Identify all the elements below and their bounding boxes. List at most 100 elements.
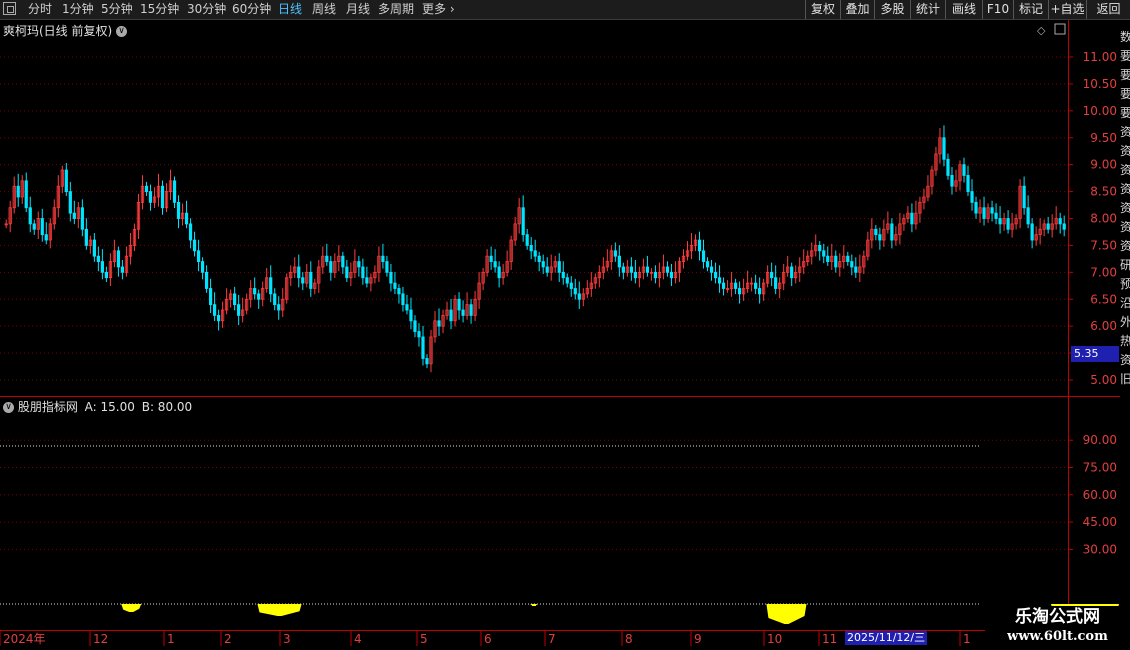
toolbar-button-3[interactable]: 统计 — [910, 0, 945, 19]
candle-body — [850, 261, 854, 268]
toolbar-button-6[interactable]: 标记 — [1013, 0, 1048, 19]
candle-body — [890, 223, 894, 241]
candle-body — [184, 212, 189, 225]
right-strip-char: 预 — [1120, 277, 1130, 291]
candle-body — [233, 293, 237, 306]
candle-body — [301, 277, 305, 284]
indicator-axis-label: 30.00 — [1083, 542, 1117, 556]
stock-name-label: 爽柯玛(日线 前复权) — [3, 24, 113, 38]
indicator-axis-label: 90.00 — [1083, 433, 1117, 447]
period-tab-6[interactable]: 日线 — [278, 0, 302, 19]
time-axis-label: 6 — [484, 632, 492, 646]
price-axis-label: 7.00 — [1090, 265, 1117, 279]
period-tab-7[interactable]: 周线 — [312, 0, 336, 19]
candle-body — [790, 266, 794, 279]
right-info-strip: 数要要要要资资资资资资资研预沿外热资旧 — [1120, 20, 1130, 630]
indicator-axis-label: 75.00 — [1083, 461, 1117, 475]
indicator-name[interactable]: 股朋指标网 — [18, 400, 78, 414]
candle-body — [44, 234, 48, 241]
candle-body — [120, 266, 125, 273]
candle-body — [533, 250, 537, 257]
candle-body — [994, 212, 998, 219]
menu-icon[interactable] — [3, 2, 16, 15]
toolbar-button-0[interactable]: 复权 — [805, 0, 840, 19]
time-axis-label: 9 — [694, 632, 702, 646]
candle-body — [208, 288, 213, 306]
candle-body — [557, 261, 561, 273]
candle-body — [733, 282, 738, 289]
indicator-param-a: A: 15.00 — [84, 400, 135, 414]
toolbar-button-7[interactable]: +自选 — [1048, 0, 1086, 19]
candle-body — [537, 255, 541, 262]
period-tab-8[interactable]: 月线 — [346, 0, 370, 19]
toolbar-button-8[interactable]: 返回 — [1086, 0, 1130, 19]
candle-body — [525, 234, 529, 246]
candle-body — [758, 288, 762, 295]
candle-body — [273, 293, 277, 306]
candle-body — [834, 255, 838, 268]
candle-body — [204, 271, 209, 289]
period-tab-3[interactable]: 15分钟 — [140, 0, 179, 19]
candle-body — [737, 288, 742, 295]
candle-body — [437, 320, 441, 327]
right-strip-char: 要 — [1120, 106, 1130, 120]
time-axis-label: 12 — [93, 632, 108, 646]
period-tab-1[interactable]: 1分钟 — [62, 0, 94, 19]
candle-body — [629, 266, 633, 273]
selected-date-tag: 2025/11/12/三 — [845, 631, 928, 645]
candle-body — [697, 239, 702, 252]
chart-area[interactable]: 11.00 10.50 10.00 9.50 9.00 8.50 8.00 7.50 7.00 6… — [0, 20, 1130, 650]
candle-body — [1026, 207, 1030, 225]
toolbar-button-2[interactable]: 多股 — [874, 0, 910, 19]
candle-body — [541, 261, 545, 268]
toolbar-button-1[interactable]: 叠加 — [840, 0, 874, 19]
signal-block — [257, 604, 302, 616]
candle-body — [653, 271, 658, 279]
candle-body — [148, 191, 153, 203]
candle-body — [385, 261, 389, 273]
signal-block — [766, 604, 807, 624]
period-tab-10[interactable]: 更多 › — [422, 0, 455, 19]
period-tab-2[interactable]: 5分钟 — [101, 0, 133, 19]
price-axis-label: 8.00 — [1090, 212, 1117, 226]
candle-body — [160, 185, 165, 209]
candle-body — [397, 288, 401, 295]
chevron-down-icon[interactable]: ∨ — [3, 402, 14, 413]
candle-body — [421, 336, 425, 359]
candle-body — [709, 266, 714, 273]
toolbar: 分时 1分钟 5分钟 15分钟 30分钟 60分钟 日线 周线 月线 多周期 更多 › 复权 叠加 多股统… — [0, 0, 1130, 20]
candle-body — [409, 309, 413, 322]
candle-body — [188, 223, 193, 241]
candle-body — [28, 207, 32, 225]
candle-body — [104, 271, 108, 279]
price-axis-label: 6.50 — [1090, 292, 1117, 306]
candle-body — [297, 266, 301, 279]
right-strip-char: 旧 — [1120, 372, 1130, 386]
signal-block — [121, 604, 142, 612]
right-strip-char: 资 — [1120, 182, 1130, 196]
price-axis-label: 8.50 — [1090, 185, 1117, 199]
candle-body — [818, 245, 822, 252]
candle-body — [192, 239, 197, 252]
candle-body — [457, 298, 461, 311]
candle-body — [461, 309, 465, 316]
time-axis-label: 4 — [354, 632, 362, 646]
toolbar-button-5[interactable]: F10 — [982, 0, 1013, 19]
right-strip-char: 数 — [1120, 30, 1130, 44]
candle-body — [713, 271, 718, 279]
right-strip-char: 热 — [1120, 334, 1130, 348]
candle-body — [96, 255, 100, 262]
period-tab-0[interactable]: 分时 — [28, 0, 52, 19]
period-tab-9[interactable]: 多周期 — [378, 0, 414, 19]
candle-body — [100, 261, 104, 273]
candle-body — [1062, 223, 1066, 230]
candle-body — [998, 218, 1002, 225]
period-tab-5[interactable]: 60分钟 — [232, 0, 271, 19]
time-axis-label: 3 — [283, 632, 291, 646]
right-strip-char: 研 — [1120, 258, 1130, 272]
period-tab-4[interactable]: 30分钟 — [187, 0, 226, 19]
chevron-down-icon[interactable]: ∨ — [116, 26, 128, 37]
candle-body — [962, 164, 966, 176]
toolbar-button-4[interactable]: 画线 — [945, 0, 982, 19]
candle-body — [92, 239, 96, 257]
